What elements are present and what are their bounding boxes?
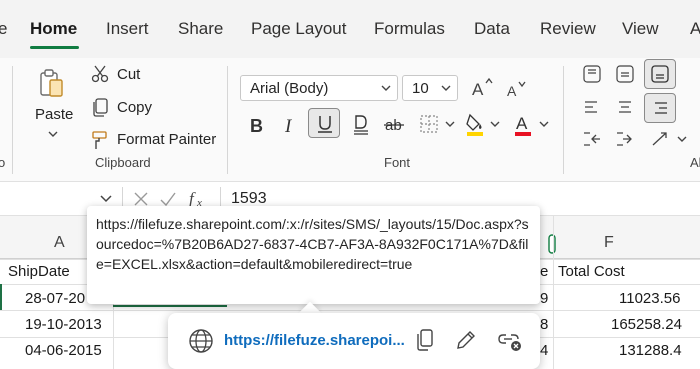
- align-center-icon[interactable]: [616, 98, 634, 116]
- cell-a-row1[interactable]: 28-07-20: [25, 290, 85, 307]
- name-box-chevron-icon[interactable]: [100, 195, 112, 203]
- align-middle-icon[interactable]: [615, 64, 635, 84]
- ribbon-separator: [12, 66, 13, 174]
- align-right-icon: [655, 102, 667, 114]
- active-tab-indicator: [30, 46, 79, 49]
- column-resize-handle[interactable]: [548, 234, 556, 254]
- alignment-group-label-partial: Al: [690, 155, 700, 170]
- align-right-button[interactable]: [644, 93, 676, 123]
- cell-e-header-partial[interactable]: e: [540, 263, 548, 280]
- cell-a-row2[interactable]: 19-10-2013: [25, 316, 102, 333]
- tab-insert[interactable]: Insert: [106, 19, 149, 39]
- cell-a-row3[interactable]: 04-06-2015: [25, 342, 102, 359]
- svg-text:A: A: [507, 83, 517, 99]
- chevron-down-icon: [381, 85, 391, 91]
- link-preview-card: https://filefuze.sharepoi...: [168, 313, 540, 369]
- clipboard-group-label: Clipboard: [95, 155, 151, 170]
- svg-text:I: I: [284, 116, 293, 135]
- chevron-down-icon[interactable]: [490, 121, 500, 128]
- tab-automate-partial[interactable]: Au: [690, 19, 700, 39]
- cancel-icon[interactable]: [133, 191, 149, 207]
- tab-formulas[interactable]: Formulas: [374, 19, 445, 39]
- tab-share[interactable]: Share: [178, 19, 223, 39]
- column-header-f[interactable]: F: [604, 234, 614, 252]
- align-bottom-icon: [651, 65, 669, 83]
- row-divider: [0, 310, 700, 311]
- tab-data[interactable]: Data: [474, 19, 510, 39]
- underline-button[interactable]: [308, 108, 340, 138]
- enter-check-icon[interactable]: [159, 191, 177, 207]
- globe-icon: [189, 329, 213, 353]
- cell-e-row2-partial[interactable]: 8: [540, 316, 548, 333]
- chevron-down-icon[interactable]: [48, 131, 58, 138]
- double-underline-icon[interactable]: [352, 114, 370, 136]
- tab-view[interactable]: View: [622, 19, 659, 39]
- format-painter-label[interactable]: Format Painter: [117, 131, 216, 148]
- increase-font-size-icon[interactable]: A: [471, 76, 495, 98]
- tab-page-layout[interactable]: Page Layout: [251, 19, 346, 39]
- copy-icon[interactable]: [91, 98, 109, 117]
- cell-e-row3-partial[interactable]: 4: [540, 342, 548, 359]
- copy-label[interactable]: Copy: [117, 99, 152, 116]
- font-group-label: Font: [384, 155, 411, 170]
- svg-text:A: A: [516, 114, 528, 133]
- cut-label[interactable]: Cut: [117, 66, 140, 83]
- menu-bar: e Home Insert Share Page Layout Formulas…: [0, 0, 700, 58]
- paste-icon[interactable]: [38, 67, 66, 99]
- row-selection-indicator: [0, 284, 2, 310]
- svg-text:A: A: [472, 80, 484, 98]
- font-name-value: Arial (Body): [250, 80, 329, 97]
- column-divider: [553, 216, 554, 369]
- remove-link-icon[interactable]: [498, 330, 522, 352]
- underline-icon: [318, 116, 332, 133]
- chevron-down-icon[interactable]: [677, 136, 687, 143]
- tab-file-partial[interactable]: e: [0, 19, 7, 39]
- borders-icon[interactable]: [419, 114, 439, 134]
- bold-icon[interactable]: B: [249, 115, 265, 135]
- ribbon-separator: [227, 66, 228, 174]
- cell-a-header[interactable]: ShipDate: [8, 263, 70, 280]
- cell-f-row1[interactable]: 11023.56: [619, 290, 680, 307]
- edit-link-icon[interactable]: [455, 329, 477, 351]
- fill-color-icon[interactable]: [464, 112, 486, 136]
- align-top-icon[interactable]: [582, 64, 602, 84]
- chevron-down-icon: [441, 85, 451, 91]
- strikethrough-icon[interactable]: ab: [383, 114, 405, 136]
- font-color-icon[interactable]: A: [512, 112, 534, 136]
- svg-text:B: B: [250, 116, 263, 135]
- tab-home[interactable]: Home: [30, 19, 77, 39]
- ribbon-separator: [563, 66, 564, 174]
- align-left-icon[interactable]: [583, 98, 601, 116]
- hyperlink-tooltip: https://filefuze.sharepoint.com/:x:/r/si…: [87, 206, 540, 304]
- font-name-dropdown[interactable]: Arial (Body): [240, 75, 398, 101]
- decrease-font-size-icon[interactable]: A: [506, 79, 528, 99]
- column-header-a[interactable]: A: [54, 234, 65, 252]
- format-painter-icon[interactable]: [91, 131, 109, 150]
- scissors-icon[interactable]: [91, 65, 109, 83]
- cell-f-row2[interactable]: 165258.24: [611, 316, 682, 333]
- selected-cell-border: [113, 305, 227, 307]
- cell-f-header[interactable]: Total Cost: [558, 263, 625, 280]
- font-size-value: 10: [412, 80, 429, 97]
- italic-icon[interactable]: I: [283, 115, 299, 135]
- ribbon: o Paste Cut Copy Format Painter Clipboar…: [0, 58, 700, 182]
- copy-link-icon[interactable]: [416, 329, 434, 351]
- align-bottom-button[interactable]: [644, 59, 676, 89]
- orientation-icon[interactable]: [650, 130, 672, 150]
- prev-group-label-partial: o: [0, 155, 6, 170]
- link-url[interactable]: https://filefuze.sharepoi...: [224, 332, 405, 349]
- tab-review[interactable]: Review: [540, 19, 596, 39]
- cell-e-row1-partial[interactable]: 9: [540, 290, 548, 307]
- increase-indent-icon[interactable]: [615, 130, 635, 148]
- cell-f-row3[interactable]: 131288.4: [619, 342, 682, 359]
- chevron-down-icon[interactable]: [539, 121, 549, 128]
- font-size-dropdown[interactable]: 10: [402, 75, 458, 101]
- paste-label[interactable]: Paste: [35, 106, 73, 123]
- decrease-indent-icon[interactable]: [582, 130, 602, 148]
- chevron-down-icon[interactable]: [445, 121, 455, 128]
